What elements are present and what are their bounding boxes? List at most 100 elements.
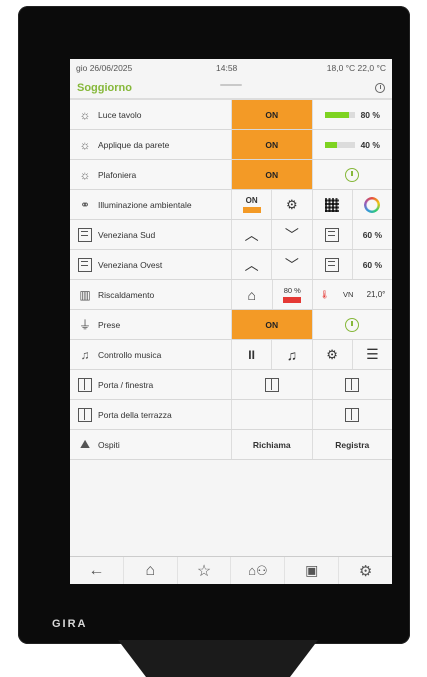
position-value: 60 % [362, 259, 383, 270]
back-button[interactable]: ← [70, 557, 124, 584]
bottom-navigation: ← ⌂ ☆ ⌂⚇ ▣ ⚙ [70, 556, 392, 584]
heating-bar [283, 297, 302, 303]
row-name: Luce tavolo [98, 109, 142, 120]
row-label[interactable]: ♫ Controllo musica [70, 340, 232, 369]
scene-icon: ⛰ [79, 437, 91, 451]
row-label[interactable]: Porta della terrazza [70, 400, 232, 429]
toggle-button[interactable]: ON [232, 100, 313, 129]
sliders-icon: ⚙ [286, 196, 298, 212]
plug-icon: ⏚ [78, 318, 91, 332]
radiator-icon: ▥ [79, 287, 91, 302]
row-name: Prese [98, 319, 121, 330]
down-button[interactable]: ﹀ [272, 220, 313, 249]
status-temperatures: 18,0 °C 22,0 °C [326, 63, 386, 73]
row-label[interactable]: ⛰ Ospiti [70, 430, 232, 459]
heating-mode: VN [342, 290, 354, 299]
toggle-state: ON [245, 196, 258, 205]
car-button[interactable]: ▣ [285, 557, 340, 584]
ambient-light-icon: ⚭ [79, 197, 91, 212]
window-icon [264, 377, 279, 392]
door-status [313, 400, 393, 429]
music-source-button[interactable]: ♫ [272, 340, 313, 369]
blind-position-button[interactable] [313, 220, 353, 249]
toggle-button[interactable]: ON [232, 190, 273, 219]
pull-handle[interactable] [220, 84, 242, 86]
down-button[interactable]: ﹀ [272, 250, 313, 279]
row-porta-terrazza: Porta della terrazza [70, 400, 392, 430]
row-label[interactable]: ⚭ Illuminazione ambientale [70, 190, 232, 219]
blind-icon [78, 257, 92, 272]
row-label[interactable]: Porta / finestra [70, 370, 232, 399]
favorites-button[interactable]: ☆ [178, 557, 232, 584]
blind-icon [78, 227, 92, 242]
row-controllo-musica: ♫ Controllo musica II ♫ ⚙ ☰ [70, 340, 392, 370]
sliders-button[interactable]: ⚙ [272, 190, 313, 219]
row-name: Ospiti [98, 439, 120, 450]
row-label[interactable]: ⏚ Prese [70, 310, 232, 339]
thermostat-control[interactable]: 🌡 VN 21,0° [313, 280, 392, 309]
home-button[interactable]: ⌂ [124, 557, 178, 584]
save-button[interactable]: Registra [313, 430, 393, 459]
color-wheel-icon [364, 196, 381, 213]
device-frame: gio 26/06/2025 14:58 18,0 °C 22,0 °C Sog… [18, 6, 410, 644]
dimmer-bar [324, 111, 355, 118]
recall-label: Richiama [252, 439, 291, 450]
dimmer-control[interactable]: 80 % [313, 100, 393, 129]
presence-button[interactable]: ⌂⚇ [231, 557, 286, 584]
heating-level[interactable]: 80 % [273, 280, 313, 309]
lightbulb-icon: ☼ [79, 107, 91, 122]
row-ospiti: ⛰ Ospiti Richiama Registra [70, 430, 392, 460]
status-time: 14:58 [216, 63, 238, 73]
color-wheel-button[interactable] [353, 190, 392, 219]
power-button[interactable] [313, 310, 393, 339]
chevron-up-icon: ︿ [244, 256, 259, 273]
setpoint-temp: 21,0° [366, 290, 386, 299]
row-label[interactable]: ☼ Applique da parete [70, 130, 232, 159]
row-name: Porta della terrazza [98, 409, 172, 420]
scene-grid-button[interactable] [313, 190, 353, 219]
thermometer-icon: 🌡 [319, 290, 330, 299]
house-person-icon: ⌂⚇ [248, 562, 268, 578]
position-value: 60 % [362, 229, 383, 240]
home-icon: ⌂ [145, 561, 156, 579]
toggle-button[interactable]: ON [232, 310, 313, 339]
dimmer-control[interactable]: 40 % [313, 130, 393, 159]
toggle-button[interactable]: ON [232, 160, 313, 189]
car-icon: ▣ [305, 562, 319, 578]
row-prese: ⏚ Prese ON [70, 310, 392, 340]
toggle-button[interactable]: ON [232, 130, 313, 159]
up-button[interactable]: ︿ [232, 250, 273, 279]
heating-value: 80 % [283, 286, 301, 295]
row-label[interactable]: Veneziana Ovest [70, 250, 232, 279]
row-applique: ☼ Applique da parete ON 40 % [70, 130, 392, 160]
row-veneziana-ovest: Veneziana Ovest ︿ ﹀ 60 % [70, 250, 392, 280]
row-veneziana-sud: Veneziana Sud ︿ ﹀ 60 % [70, 220, 392, 250]
dimmer-bar [324, 141, 355, 148]
touch-screen: gio 26/06/2025 14:58 18,0 °C 22,0 °C Sog… [70, 59, 392, 584]
playlist-button[interactable]: ☰ [353, 340, 392, 369]
chevron-up-icon: ︿ [244, 226, 259, 243]
row-name: Veneziana Ovest [98, 259, 163, 270]
up-button[interactable]: ︿ [232, 220, 273, 249]
blind-position-button[interactable] [313, 250, 353, 279]
row-label[interactable]: ▥ Riscaldamento [70, 280, 232, 309]
blind-icon [325, 227, 340, 242]
row-illuminazione: ⚭ Illuminazione ambientale ON ⚙ [70, 190, 392, 220]
recall-button[interactable]: Richiama [232, 430, 313, 459]
blind-icon [325, 257, 340, 272]
comfort-mode-button[interactable]: ⌂ [232, 280, 273, 309]
star-icon: ☆ [196, 562, 212, 580]
pause-button[interactable]: II [232, 340, 273, 369]
clock-icon[interactable] [375, 82, 385, 93]
room-header: Soggiorno [70, 77, 392, 99]
grid-icon [325, 197, 340, 212]
door-icon [345, 407, 360, 422]
dimmer-value: 40 % [360, 139, 380, 150]
sliders-button[interactable]: ⚙ [313, 340, 353, 369]
row-label[interactable]: ☼ Plafoniera [70, 160, 232, 189]
row-label[interactable]: Veneziana Sud [70, 220, 232, 249]
row-label[interactable]: ☼ Luce tavolo [70, 100, 232, 129]
power-button[interactable] [313, 160, 393, 189]
save-label: Registra [335, 439, 370, 450]
settings-button[interactable]: ⚙ [339, 557, 392, 584]
